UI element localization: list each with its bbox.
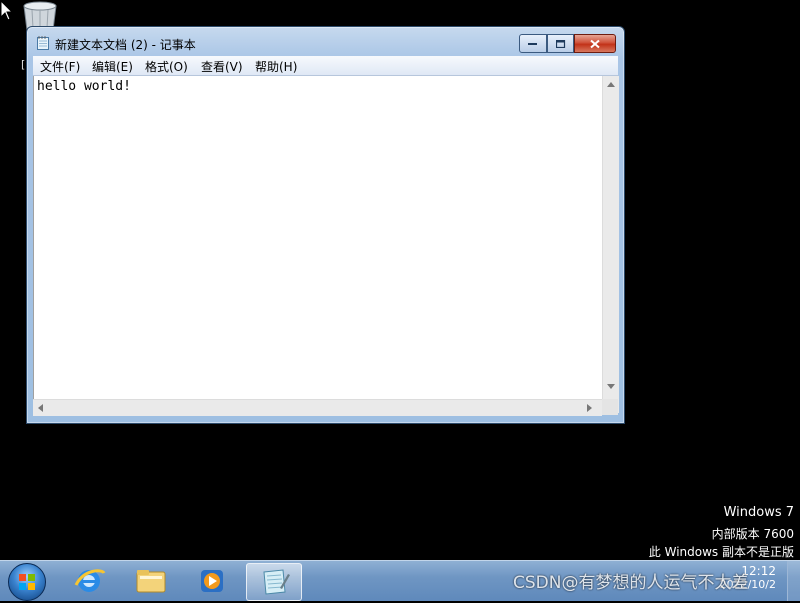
scroll-right-arrow-icon[interactable]	[587, 404, 592, 412]
minimize-button[interactable]	[519, 34, 547, 53]
text-editor-area[interactable]: hello world!	[33, 76, 603, 413]
watermark-prefix: CSDN	[513, 573, 562, 593]
csdn-watermark: CSDN@有梦想的人运气不太差	[513, 568, 748, 593]
window-title: 新建文本文档 (2) - 记事本	[55, 38, 196, 52]
taskbar-media-player[interactable]	[185, 563, 239, 599]
notepad-app-icon	[37, 36, 49, 50]
watermark-os-name: Windows 7	[723, 505, 794, 520]
menu-help[interactable]: 帮助(H)	[255, 58, 297, 75]
vertical-scrollbar[interactable]	[602, 76, 619, 413]
maximize-icon	[555, 39, 565, 48]
watermark-not-genuine: 此 Windows 副本不是正版	[648, 545, 794, 559]
notepad-window[interactable]: 新建文本文档 (2) - 记事本 文件(F) 编辑(E) 格式(O) 查看(V)…	[26, 26, 625, 424]
show-desktop-button[interactable]	[787, 561, 800, 601]
start-button[interactable]	[8, 563, 46, 601]
taskbar-notepad[interactable]	[246, 563, 302, 601]
watermark-build: 内部版本 7600	[711, 527, 794, 541]
scroll-down-arrow-icon[interactable]	[607, 384, 615, 389]
desktop-icon-label-partial: [	[21, 58, 26, 71]
maximize-button[interactable]	[547, 34, 574, 53]
watermark-suffix: @有梦想的人运气不太差	[561, 573, 749, 593]
menu-format[interactable]: 格式(O)	[145, 58, 188, 75]
close-icon	[590, 39, 600, 48]
internet-explorer-icon	[74, 569, 106, 592]
menu-file[interactable]: 文件(F)	[40, 58, 80, 75]
taskbar-windows-explorer[interactable]	[124, 563, 178, 599]
folder-icon	[136, 570, 166, 593]
horizontal-scrollbar[interactable]	[33, 399, 602, 416]
menu-view[interactable]: 查看(V)	[201, 58, 243, 75]
scroll-left-arrow-icon[interactable]	[38, 404, 43, 412]
windows-logo-icon	[19, 574, 35, 590]
title-bar[interactable]: 新建文本文档 (2) - 记事本	[27, 27, 624, 57]
mouse-cursor-icon	[0, 0, 16, 22]
menu-edit[interactable]: 编辑(E)	[92, 58, 133, 75]
menu-bar: 文件(F) 编辑(E) 格式(O) 查看(V) 帮助(H)	[33, 56, 618, 76]
notepad-icon	[263, 569, 290, 595]
editor-content[interactable]: hello world!	[37, 79, 131, 94]
scroll-up-arrow-icon[interactable]	[607, 82, 615, 87]
media-player-icon	[201, 570, 223, 592]
minimize-icon	[528, 42, 537, 45]
close-button[interactable]	[574, 34, 616, 53]
size-grip[interactable]	[602, 399, 618, 415]
taskbar-internet-explorer[interactable]	[62, 563, 116, 599]
